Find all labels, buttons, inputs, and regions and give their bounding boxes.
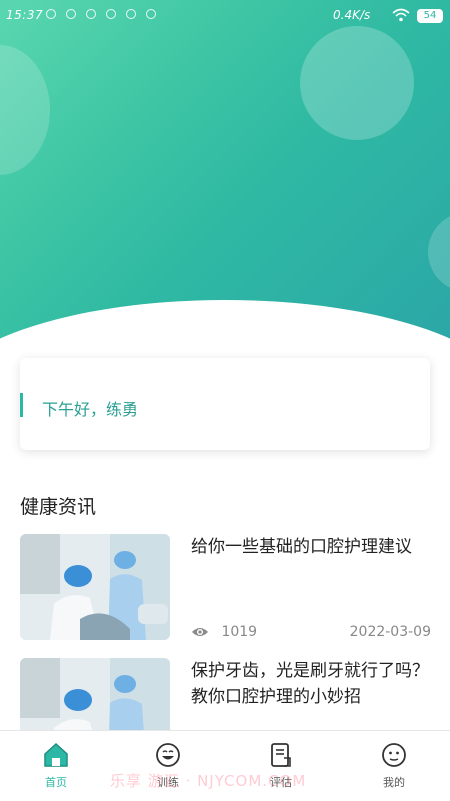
- tab-label: 我的: [383, 776, 405, 789]
- news-title: 保护牙齿，光是刷牙就行了吗？教你口腔护理的小妙招: [191, 661, 429, 707]
- news-meta: 1019 2022-03-09: [191, 624, 431, 640]
- news-item[interactable]: 保护牙齿，光是刷牙就行了吗？教你口腔护理的小妙招: [20, 658, 430, 732]
- news-thumbnail: [20, 658, 170, 732]
- notification-icon: [46, 9, 56, 19]
- document-icon: [271, 743, 291, 767]
- notification-icon: [86, 9, 96, 19]
- news-thumbnail: [20, 534, 170, 640]
- notification-icon: [66, 9, 76, 19]
- smile-face-icon: [156, 743, 180, 767]
- section-title: 健康资讯: [20, 496, 97, 518]
- watermark-text: 乐享 游汇 · NJYCOM.COM: [110, 772, 307, 790]
- greeting-accent-bar: [20, 393, 23, 417]
- decor-circle: [428, 212, 450, 292]
- tab-label: 首页: [45, 776, 67, 789]
- header-banner: [0, 0, 450, 360]
- wifi-icon: [392, 8, 410, 22]
- face-icon: [382, 743, 406, 767]
- greeting-text: 下午好，练勇: [42, 400, 139, 419]
- notification-icons: [46, 9, 156, 19]
- tab-profile[interactable]: 我的: [338, 731, 450, 801]
- news-date: 2022-03-09: [349, 624, 431, 640]
- network-speed: 0.4K/s: [333, 8, 371, 22]
- home-icon: [44, 742, 68, 767]
- tab-home[interactable]: 首页: [0, 731, 112, 801]
- eye-icon: [192, 628, 208, 636]
- status-time: 15:37: [6, 8, 44, 22]
- decor-circle: [0, 45, 50, 175]
- notification-icon: [146, 9, 156, 19]
- battery-indicator: 54: [417, 9, 443, 23]
- decor-circle: [300, 26, 414, 140]
- status-bar: 15:37 0.4K/s 54: [0, 0, 450, 30]
- greeting-card: 下午好，练勇: [20, 358, 430, 450]
- notification-icon: [126, 9, 136, 19]
- view-count: 1019: [221, 624, 258, 640]
- news-item[interactable]: 给你一些基础的口腔护理建议 1019 2022-03-09: [20, 534, 431, 640]
- notification-icon: [106, 9, 116, 19]
- news-title: 给你一些基础的口腔护理建议: [191, 537, 412, 557]
